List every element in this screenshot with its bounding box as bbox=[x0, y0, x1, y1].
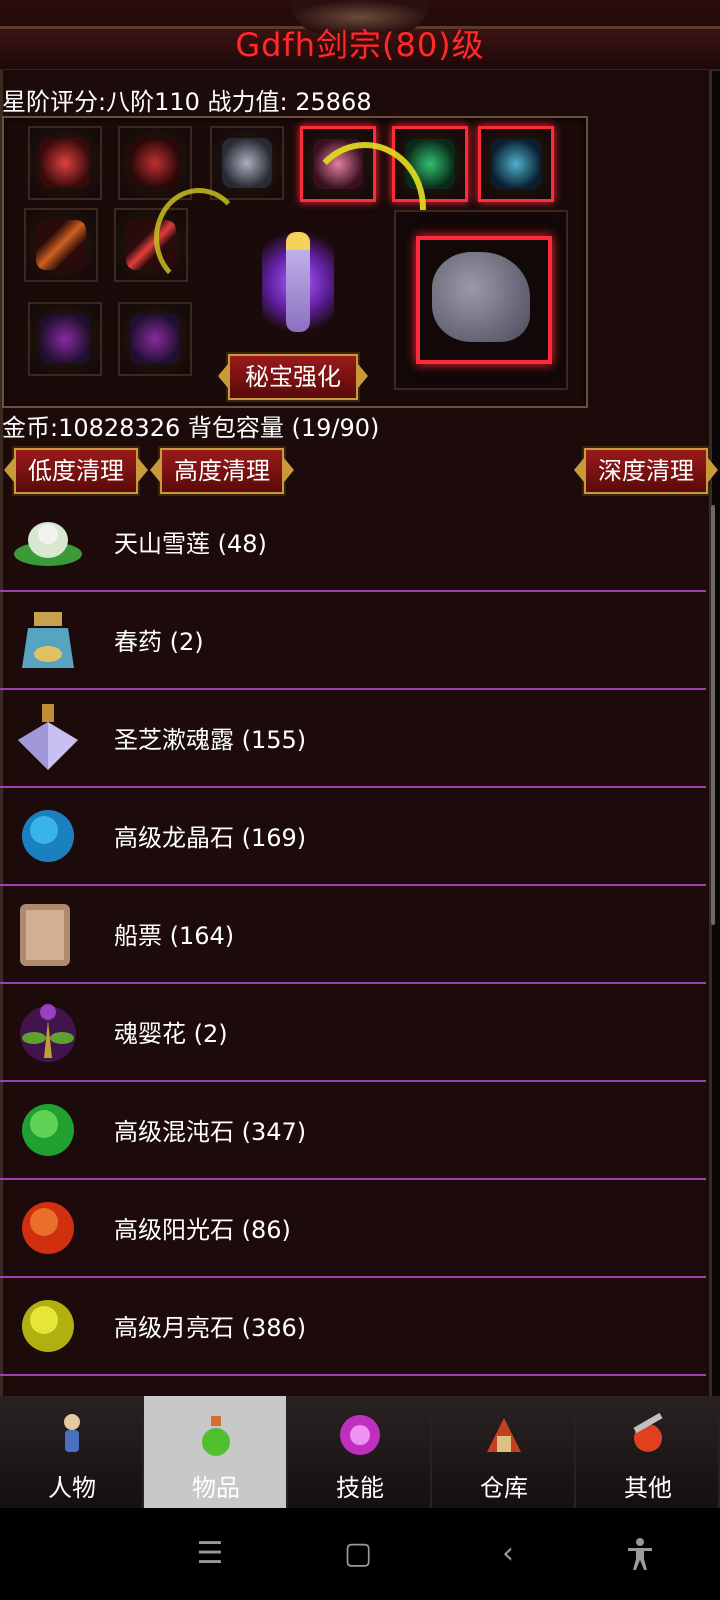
home-icon[interactable]: ▢ bbox=[338, 1534, 378, 1574]
item-label: 高级混沌石 (347) bbox=[114, 1118, 307, 1146]
character-icon bbox=[64, 1414, 80, 1452]
list-item[interactable]: 高级混沌石 (347) bbox=[0, 1082, 706, 1180]
potion-bottle-icon bbox=[22, 612, 74, 668]
tab-label: 人物 bbox=[48, 1474, 96, 1502]
yellow-orb-icon bbox=[22, 1300, 74, 1352]
accessibility-icon[interactable] bbox=[620, 1534, 660, 1574]
title-bar: Gdfh剑宗(80)级 bbox=[0, 0, 720, 71]
deep-clean-button[interactable]: 深度清理 bbox=[574, 448, 718, 494]
low-clean-button[interactable]: 低度清理 bbox=[4, 448, 148, 494]
list-item[interactable]: 天山雪莲 (48) bbox=[0, 494, 706, 592]
menu-icon[interactable]: ☰ bbox=[190, 1534, 230, 1574]
armor-icon bbox=[130, 138, 180, 188]
armor-slot[interactable] bbox=[118, 126, 192, 200]
back-icon[interactable]: ‹ bbox=[488, 1534, 528, 1574]
ring-icon bbox=[40, 314, 90, 364]
red-orb-icon bbox=[22, 1202, 74, 1254]
inventory-list[interactable]: 天山雪莲 (48) 春药 (2) 圣芝漱魂露 (155) 高级龙晶石 (169)… bbox=[0, 494, 706, 1392]
list-item[interactable]: 圣芝漱魂露 (155) bbox=[0, 690, 706, 788]
gold-bag-capacity: 金币:10828326 背包容量 (19/90) bbox=[2, 414, 380, 442]
tab-warehouse[interactable]: 仓库 bbox=[432, 1396, 576, 1508]
list-item[interactable]: 高级龙晶石 (169) bbox=[0, 788, 706, 886]
item-label: 圣芝漱魂露 (155) bbox=[114, 726, 307, 754]
list-item[interactable]: 船票 (164) bbox=[0, 886, 706, 984]
tab-label: 物品 bbox=[192, 1474, 240, 1502]
item-label: 春药 (2) bbox=[114, 628, 204, 656]
treasure-enhance-button[interactable]: 秘宝强化 bbox=[218, 354, 368, 400]
helmet-slot[interactable] bbox=[28, 126, 102, 200]
mount-slot[interactable] bbox=[210, 126, 284, 200]
wing-effect bbox=[154, 188, 244, 288]
tab-label: 其他 bbox=[624, 1474, 672, 1502]
item-label: 天山雪莲 (48) bbox=[114, 530, 267, 558]
other-icon bbox=[633, 1412, 663, 1452]
item-label: 高级龙晶石 (169) bbox=[114, 824, 307, 852]
warehouse-icon bbox=[487, 1418, 521, 1452]
weapon-slot-1[interactable] bbox=[24, 208, 98, 282]
mount-icon bbox=[222, 138, 272, 188]
tab-other[interactable]: 其他 bbox=[576, 1396, 720, 1508]
item-label: 高级月亮石 (386) bbox=[114, 1314, 307, 1342]
system-navigation-bar: ☰ ▢ ‹ bbox=[0, 1508, 720, 1600]
blue-orb-icon bbox=[22, 810, 74, 862]
helmet-icon bbox=[40, 138, 90, 188]
sword-icon bbox=[36, 220, 86, 270]
tab-label: 技能 bbox=[336, 1474, 384, 1502]
snow-lotus-icon bbox=[14, 522, 82, 566]
item-label: 高级阳光石 (86) bbox=[114, 1216, 291, 1244]
tab-character[interactable]: 人物 bbox=[0, 1396, 144, 1508]
item-label: 船票 (164) bbox=[114, 922, 235, 950]
items-icon bbox=[202, 1416, 230, 1456]
crystal-flask-icon bbox=[18, 704, 78, 770]
equipment-panel: 秘宝强化 bbox=[2, 116, 588, 408]
scroll-icon bbox=[20, 904, 70, 966]
character-avatar bbox=[262, 218, 334, 346]
ring-icon bbox=[130, 314, 180, 364]
treasure-beast-icon bbox=[432, 252, 530, 342]
pet-slot-3[interactable] bbox=[478, 126, 554, 202]
ice-beast-icon bbox=[491, 139, 541, 189]
tab-skills[interactable]: 技能 bbox=[288, 1396, 432, 1508]
item-label: 魂婴花 (2) bbox=[114, 1020, 228, 1048]
green-orb-icon bbox=[22, 1104, 74, 1156]
list-item[interactable]: 魂婴花 (2) bbox=[0, 984, 706, 1082]
treasure-slot[interactable] bbox=[394, 210, 568, 390]
skill-icon bbox=[340, 1415, 380, 1455]
list-item[interactable]: 春药 (2) bbox=[0, 592, 706, 690]
purple-flower-icon bbox=[20, 1004, 76, 1062]
tab-items[interactable]: 物品 bbox=[144, 1396, 288, 1508]
list-item[interactable]: 高级月亮石 (386) bbox=[0, 1278, 706, 1376]
ring-slot-1[interactable] bbox=[28, 302, 102, 376]
tab-label: 仓库 bbox=[480, 1474, 528, 1502]
avatar-figure bbox=[286, 232, 310, 332]
scrollbar[interactable] bbox=[711, 505, 715, 925]
star-rating-power: 星阶评分:八阶110 战力值: 25868 bbox=[2, 88, 372, 116]
ring-slot-2[interactable] bbox=[118, 302, 192, 376]
bottom-tab-bar: 人物 物品 技能 仓库 其他 bbox=[0, 1396, 720, 1508]
page-title: Gdfh剑宗(80)级 bbox=[235, 26, 485, 64]
high-clean-button[interactable]: 高度清理 bbox=[150, 448, 294, 494]
list-item[interactable]: 高级阳光石 (86) bbox=[0, 1180, 706, 1278]
